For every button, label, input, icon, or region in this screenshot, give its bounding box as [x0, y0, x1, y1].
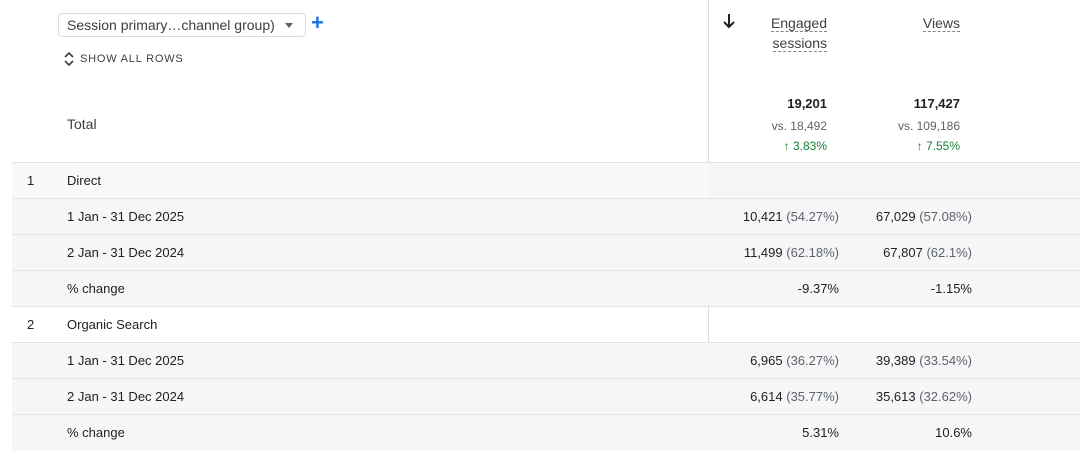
cell-percent: (33.54%): [919, 353, 972, 368]
total-label: Total: [67, 116, 97, 132]
cell-engaged-sessions: 11,499 (62.18%): [744, 245, 839, 260]
column-header-line1: Engaged: [770, 15, 827, 32]
cell-views: 67,807 (62.1%): [883, 245, 972, 260]
cell-percent: (57.08%): [919, 209, 972, 224]
cell-value: 10.6%: [935, 425, 972, 440]
cell-value: 67,029: [875, 209, 916, 224]
total-change: ↑ 7.55%: [916, 139, 960, 153]
cell-percent: (32.62%): [919, 389, 972, 404]
row-label: 1 Jan - 31 Dec 2025: [67, 209, 185, 224]
cell-value: 6,614: [750, 389, 783, 404]
row-index: 2: [27, 317, 35, 332]
row-background: [709, 307, 1080, 342]
cell-views: 10.6%: [935, 425, 972, 440]
cell-percent: (62.18%): [786, 245, 839, 260]
sort-descending-arrow-icon[interactable]: [722, 13, 736, 29]
row-background: [709, 163, 1080, 198]
row-background: [709, 415, 1080, 450]
column-header-line1: Views: [922, 15, 960, 32]
row-label: Organic Search: [67, 317, 158, 332]
row-label: % change: [67, 425, 125, 440]
cell-engaged-sessions: -9.37%: [798, 281, 839, 296]
row-index: 1: [27, 173, 35, 188]
unfold-icon: [64, 52, 74, 66]
row-label: 1 Jan - 31 Dec 2025: [67, 353, 185, 368]
column-header-views[interactable]: Views: [870, 13, 960, 33]
cell-engaged-sessions: 6,614 (35.77%): [750, 389, 839, 404]
cell-value: 11,499: [743, 245, 783, 260]
total-value: 19,201: [787, 96, 827, 111]
cell-views: 35,613 (32.62%): [876, 389, 972, 404]
cell-percent: (36.27%): [786, 353, 839, 368]
table-row-group[interactable]: 1 Direct: [12, 162, 1080, 198]
cell-value: 67,807: [883, 245, 923, 260]
show-all-rows-label: SHOW ALL ROWS: [80, 53, 184, 65]
cell-views: -1.15%: [931, 281, 972, 296]
column-header-line2: sessions: [772, 35, 827, 52]
show-all-rows-button[interactable]: SHOW ALL ROWS: [64, 52, 184, 66]
table-row[interactable]: 2 Jan - 31 Dec 2024 11,499 (62.18%) 67,8…: [12, 234, 1080, 270]
data-table-body: 1 Direct 1 Jan - 31 Dec 2025 10,421 (54.…: [12, 162, 1080, 450]
cell-value: -9.37%: [797, 281, 839, 296]
cell-engaged-sessions: 5.31%: [802, 425, 839, 440]
row-background: [709, 271, 1080, 306]
row-label: % change: [67, 281, 125, 296]
cell-percent: (35.77%): [786, 389, 839, 404]
row-label: 2 Jan - 31 Dec 2024: [67, 389, 185, 404]
add-dimension-plus-icon[interactable]: +: [311, 12, 324, 34]
row-label: 2 Jan - 31 Dec 2024: [67, 245, 185, 260]
cell-percent: (54.27%): [786, 209, 839, 224]
table-row[interactable]: 1 Jan - 31 Dec 2025 10,421 (54.27%) 67,0…: [12, 198, 1080, 234]
cell-percent: (62.1%): [926, 245, 972, 260]
caret-down-icon: [285, 23, 293, 28]
column-header-engaged-sessions[interactable]: Engaged sessions: [737, 13, 827, 53]
total-comparison: vs. 18,492: [771, 119, 827, 133]
total-change: ↑ 3.83%: [783, 139, 827, 153]
table-row-group[interactable]: 2 Organic Search: [12, 306, 1080, 342]
cell-value: 35,613: [875, 389, 916, 404]
total-comparison: vs. 109,186: [897, 119, 960, 133]
table-row[interactable]: 2 Jan - 31 Dec 2024 6,614 (35.77%) 35,61…: [12, 378, 1080, 414]
cell-value: 6,965: [750, 353, 783, 368]
cell-views: 39,389 (33.54%): [876, 353, 972, 368]
cell-value: 39,389: [875, 353, 916, 368]
cell-value: 10,421: [742, 209, 783, 224]
table-row[interactable]: % change 5.31% 10.6%: [12, 414, 1080, 450]
table-row[interactable]: 1 Jan - 31 Dec 2025 6,965 (36.27%) 39,38…: [12, 342, 1080, 378]
row-label: Direct: [67, 173, 101, 188]
dimension-dropdown[interactable]: Session primary…channel group): [58, 13, 306, 37]
dimension-dropdown-label: Session primary…channel group): [67, 17, 275, 33]
total-value: 117,427: [913, 96, 960, 111]
cell-value: -1.15%: [930, 281, 972, 296]
cell-engaged-sessions: 10,421 (54.27%): [743, 209, 839, 224]
cell-engaged-sessions: 6,965 (36.27%): [750, 353, 839, 368]
cell-views: 67,029 (57.08%): [876, 209, 972, 224]
cell-value: 5.31%: [802, 425, 839, 440]
table-row[interactable]: % change -9.37% -1.15%: [12, 270, 1080, 306]
